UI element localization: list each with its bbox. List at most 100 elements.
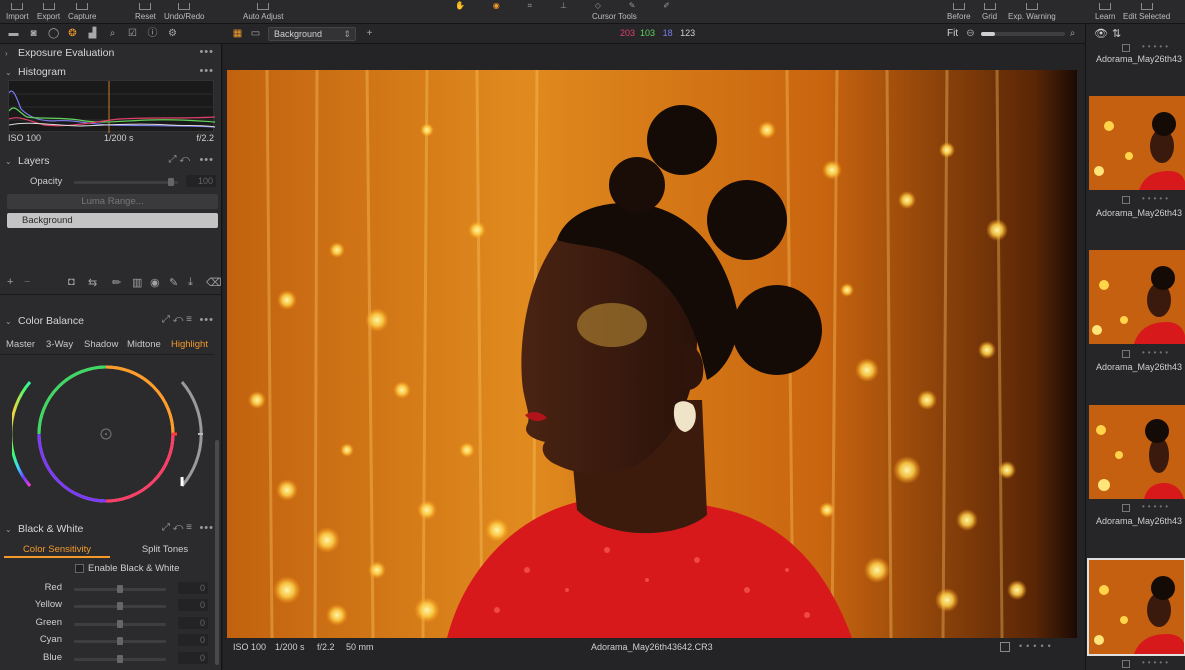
- tab-split-tones[interactable]: Split Tones: [112, 544, 218, 558]
- zoom-search-icon[interactable]: ⌕: [1067, 28, 1078, 39]
- luma-range-button[interactable]: Luma Range...: [7, 194, 218, 209]
- pan-tool-icon[interactable]: ✋: [455, 1, 465, 10]
- tab-midtone[interactable]: Midtone: [127, 339, 161, 350]
- thumb-checkbox[interactable]: [1122, 504, 1130, 512]
- fill-icon[interactable]: ⤓: [188, 276, 193, 289]
- yellow-slider-knob[interactable]: [117, 602, 123, 610]
- single-view-icon[interactable]: ▭: [250, 28, 261, 39]
- linear-gradient-icon[interactable]: ▥: [132, 276, 142, 289]
- red-slider[interactable]: [74, 585, 166, 593]
- opacity-slider[interactable]: [74, 178, 178, 186]
- tab-master[interactable]: Master: [6, 339, 35, 350]
- thumb-checkbox[interactable]: [1122, 44, 1130, 52]
- lens-tab-icon[interactable]: ◯: [48, 28, 59, 39]
- tab-color-sensitivity[interactable]: Color Sensitivity: [4, 544, 110, 558]
- thumb-rating[interactable]: •••••: [1142, 348, 1171, 357]
- radial-gradient-icon[interactable]: ◉: [150, 276, 160, 289]
- opacity-slider-knob[interactable]: [168, 178, 174, 186]
- blue-slider[interactable]: [74, 655, 166, 663]
- sort-icon[interactable]: ⇅: [1112, 27, 1121, 40]
- hue-arc-left[interactable]: [12, 381, 32, 487]
- crop-tool-icon[interactable]: ⌗: [528, 1, 533, 11]
- green-value[interactable]: 0: [178, 617, 208, 629]
- thumbnail-1[interactable]: [1089, 96, 1185, 190]
- add-variant-icon[interactable]: +: [364, 28, 375, 39]
- yellow-slider[interactable]: [74, 602, 166, 610]
- learn-button[interactable]: Learn: [1095, 0, 1115, 24]
- grid-button[interactable]: Grid: [982, 0, 997, 24]
- zoom-fit-label[interactable]: Fit: [947, 28, 958, 39]
- zoom-out-icon[interactable]: ⊖: [965, 28, 976, 39]
- green-slider-knob[interactable]: [117, 620, 123, 628]
- histogram-header[interactable]: ⌄ Histogram •••: [0, 63, 221, 81]
- blue-value[interactable]: 0: [178, 652, 208, 664]
- remove-layer-icon[interactable]: −: [24, 276, 30, 288]
- import-button[interactable]: Import: [6, 0, 29, 24]
- thumbnail-2[interactable]: [1089, 250, 1185, 344]
- blue-slider-knob[interactable]: [117, 655, 123, 663]
- thumb-checkbox[interactable]: [1122, 660, 1130, 668]
- before-button[interactable]: Before: [947, 0, 971, 24]
- export-button[interactable]: Export: [37, 0, 60, 24]
- layer-actions-icon[interactable]: ⤢ ↶: [169, 154, 190, 165]
- more-options-icon[interactable]: •••: [199, 314, 214, 326]
- mask-icon[interactable]: ◘: [68, 276, 75, 288]
- capture-tab-icon[interactable]: ◙: [28, 28, 39, 39]
- auto-adjust-button[interactable]: Auto Adjust: [243, 0, 283, 24]
- exposure-tab-icon[interactable]: ▟: [87, 28, 98, 39]
- add-layer-icon[interactable]: +: [7, 276, 13, 288]
- brush-tool-icon[interactable]: ✐: [663, 1, 670, 10]
- thumb-rating[interactable]: •••••: [1142, 194, 1171, 203]
- yellow-value[interactable]: 0: [178, 599, 208, 611]
- tab-highlight[interactable]: Highlight: [171, 339, 208, 350]
- variant-select[interactable]: Background ⇕: [268, 27, 356, 41]
- exposure-warning-button[interactable]: Exp. Warning: [1008, 0, 1056, 24]
- select-tool-icon[interactable]: ◉: [493, 1, 500, 10]
- cyan-slider-knob[interactable]: [117, 637, 123, 645]
- layers-header[interactable]: ⌄ Layers ⤢ ↶ •••: [0, 152, 221, 170]
- thumbnail-3[interactable]: [1089, 405, 1185, 499]
- details-tab-icon[interactable]: ⌕: [107, 28, 118, 39]
- eraser-icon[interactable]: ⌫: [206, 276, 221, 289]
- settings-tab-icon[interactable]: ⚙: [167, 28, 178, 39]
- undo-redo-button[interactable]: Undo/Redo: [164, 0, 204, 24]
- capture-button[interactable]: Capture: [68, 0, 96, 24]
- adjustments-tab-icon[interactable]: ☑: [127, 28, 138, 39]
- red-slider-knob[interactable]: [117, 585, 123, 593]
- metadata-tab-icon[interactable]: ⓘ: [147, 28, 158, 39]
- more-options-icon[interactable]: •••: [199, 65, 214, 77]
- straighten-tool-icon[interactable]: ⊥: [560, 1, 567, 10]
- brush-icon[interactable]: ✏: [112, 276, 121, 289]
- thumb-rating[interactable]: •••••: [1142, 502, 1171, 511]
- green-slider[interactable]: [74, 620, 166, 628]
- library-tab-icon[interactable]: ▬: [8, 28, 19, 39]
- pen-icon[interactable]: ✎: [169, 276, 178, 289]
- black-white-header[interactable]: ⌄ Black & White ⤢ ↶ ≡ •••: [0, 520, 221, 538]
- cyan-slider[interactable]: [74, 637, 166, 645]
- color-tab-icon[interactable]: ❂: [67, 28, 78, 39]
- edit-selected-button[interactable]: Edit Selected: [1123, 0, 1170, 24]
- thumb-checkbox[interactable]: [1122, 196, 1130, 204]
- thumb-checkbox[interactable]: [1122, 350, 1130, 358]
- zoom-slider[interactable]: [981, 32, 1065, 36]
- enable-black-white-checkbox[interactable]: [75, 564, 84, 573]
- eye-icon[interactable]: 👁: [1094, 27, 1108, 40]
- layer-item-background[interactable]: Background: [7, 213, 218, 228]
- color-balance-actions-icon[interactable]: ⤢ ↶ ≡: [162, 314, 192, 325]
- red-value[interactable]: 0: [178, 582, 208, 594]
- tools-panel-scrollbar[interactable]: [215, 440, 219, 665]
- swap-icon[interactable]: ⇆: [88, 276, 97, 289]
- color-balance-header[interactable]: ⌄ Color Balance ⤢ ↶ ≡ •••: [0, 312, 221, 330]
- black-white-actions-icon[interactable]: ⤢ ↶ ≡: [162, 522, 192, 533]
- tab-shadow[interactable]: Shadow: [84, 339, 118, 350]
- exposure-evaluation-header[interactable]: › Exposure Evaluation •••: [0, 44, 221, 62]
- more-options-icon[interactable]: •••: [199, 522, 214, 534]
- thumb-rating[interactable]: •••••: [1142, 42, 1171, 51]
- color-wheel[interactable]: [12, 362, 206, 504]
- cyan-value[interactable]: 0: [178, 634, 208, 646]
- tab-3-way[interactable]: 3-Way: [46, 339, 73, 350]
- rating-dots[interactable]: •••••: [1019, 641, 1055, 651]
- more-options-icon[interactable]: •••: [199, 154, 214, 166]
- grid-view-icon[interactable]: ▦: [232, 28, 243, 39]
- reset-button[interactable]: Reset: [135, 0, 156, 24]
